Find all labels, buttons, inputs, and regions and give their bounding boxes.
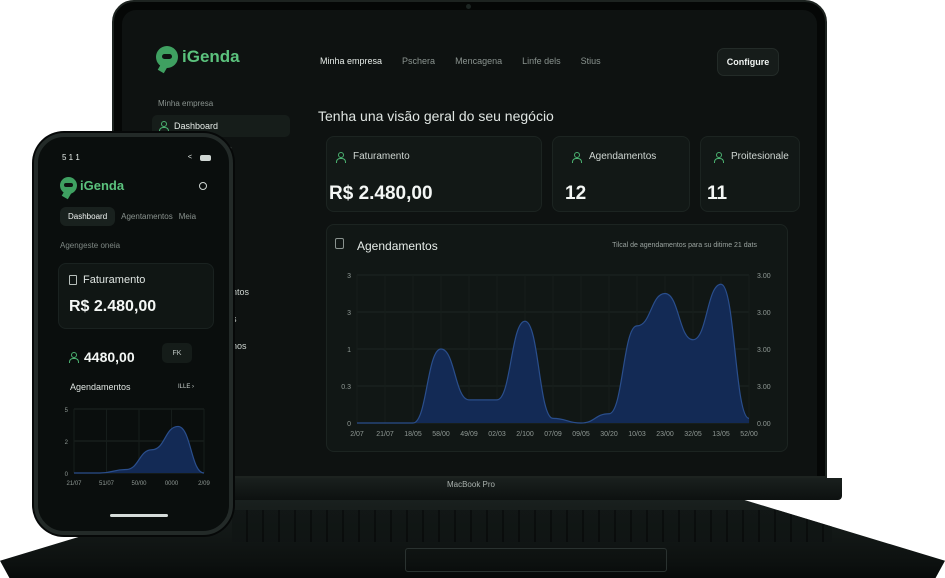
nav-item[interactable]: Mencagena (455, 56, 502, 66)
y-tick-label: 2 (65, 440, 69, 446)
sidebar-item-label: Dashboard (174, 121, 219, 131)
trackpad (405, 548, 667, 572)
x-tick-label: 32/05 (684, 431, 702, 438)
status-bar-right: < (188, 154, 211, 161)
card-value: R$ 2.480,00 (69, 298, 157, 315)
chart-link[interactable]: ILLE › (178, 384, 194, 390)
person-icon (335, 151, 346, 163)
top-nav: Minha empresa Pschera Mencagena Linfe de… (320, 56, 601, 66)
card-value: 12 (565, 183, 587, 204)
x-tick-label: 09/05 (572, 431, 590, 438)
phone-subtitle: Agengeste oneia (60, 241, 121, 250)
chart-link-label: ILLE (178, 384, 191, 390)
x-tick-label: 21/07 (66, 481, 82, 487)
sidebar-heading: Minha empresa (158, 99, 214, 108)
appointments-chart: 0 0.3 1 3 3 0.00 3.00 3.00 3.00 3.00 2/07 21/07 18/0… (341, 273, 771, 438)
y-tick-label-right: 0.00 (757, 421, 771, 428)
chat-bubble-icon (156, 46, 178, 68)
chat-bubble-icon (60, 177, 77, 194)
phone-tabs: Dashboard Agentamentos Meia (60, 207, 196, 226)
status-time: 5 1 1 (62, 153, 80, 162)
nav-item[interactable]: Linfe dels (522, 56, 561, 66)
tab-appointments[interactable]: Agentamentos (121, 212, 173, 221)
y-tick-label: 0 (65, 472, 69, 478)
appointments-chart-card: Agendamentos Tilcal de agendamentos para… (326, 224, 788, 452)
tab-dashboard[interactable]: Dashboard (60, 207, 116, 226)
nav-item[interactable]: Minha empresa (320, 56, 382, 66)
x-tick-label: 2/09 (198, 481, 210, 487)
person-icon (713, 151, 724, 163)
card-label: Faturamento (83, 274, 146, 286)
chart-title: Agendamentos (70, 382, 131, 392)
camera (466, 4, 471, 9)
x-tick-label: 0000 (165, 481, 179, 487)
nav-item[interactable]: Pschera (402, 56, 435, 66)
y-tick-label: 3 (347, 310, 351, 317)
card-label: Proitesionale (731, 151, 789, 162)
x-tick-label: 07/09 (544, 431, 562, 438)
x-tick-label: 13/05 (712, 431, 730, 438)
brand-name: iGenda (182, 47, 240, 66)
x-tick-label: 23/00 (656, 431, 674, 438)
x-tick-label: 51/07 (99, 481, 115, 487)
y-tick-label: 0 (347, 421, 351, 428)
page-headline: Tenha una visão geral do seu negócio (318, 108, 554, 124)
professionals-card[interactable]: Proitesionale 11 (700, 136, 800, 212)
phone: 5 1 1 < iGenda Dashboard Agentamentos Me… (34, 133, 233, 535)
phone-appointments-chart: 0 2 5 21/07 51/07 50/00 0000 2/09 (65, 408, 211, 487)
x-tick-label: 18/05 (404, 431, 422, 438)
brand-name: iGenda (80, 178, 125, 193)
y-tick-label-right: 3.00 (757, 310, 771, 317)
count-row: 4480,00 (68, 349, 135, 365)
person-icon (68, 352, 79, 363)
x-tick-label: 21/07 (376, 431, 394, 438)
power-icon[interactable] (199, 182, 207, 190)
revenue-card[interactable]: Faturamento R$ 2.480,00 (326, 136, 542, 212)
card-label: Agendamentos (589, 151, 657, 162)
y-tick-label-right: 3.00 (757, 384, 771, 391)
fk-button[interactable]: FK (162, 343, 192, 363)
document-icon (69, 275, 77, 285)
nav-item[interactable]: Stius (581, 56, 601, 66)
x-tick-label: 30/20 (600, 431, 618, 438)
person-icon (158, 121, 169, 132)
x-tick-label: 2/100 (516, 431, 534, 438)
x-tick-label: 2/07 (350, 431, 364, 438)
tab-more[interactable]: Meia (179, 212, 196, 221)
person-icon (571, 151, 582, 163)
x-tick-label: 02/03 (488, 431, 506, 438)
keyboard (232, 510, 832, 542)
x-tick-label: 49/09 (460, 431, 478, 438)
status-glyph: < (187, 154, 192, 161)
battery-icon (200, 154, 211, 161)
card-value: R$ 2.480,00 (329, 183, 433, 204)
y-tick-label: 5 (65, 408, 69, 414)
x-tick-label: 58/00 (432, 431, 450, 438)
home-indicator[interactable] (110, 514, 168, 517)
card-value: 11 (707, 183, 728, 204)
revenue-card[interactable]: Faturamento R$ 2.480,00 (58, 263, 214, 329)
app-logo[interactable]: iGenda (156, 46, 240, 68)
y-tick-label: 1 (347, 347, 351, 354)
x-tick-label: 52/00 (740, 431, 758, 438)
y-tick-label: 0.3 (341, 384, 351, 391)
x-tick-label: 10/03 (628, 431, 646, 438)
app-logo[interactable]: iGenda (60, 177, 124, 194)
x-tick-label: 50/00 (131, 481, 147, 487)
y-tick-label-right: 3.00 (757, 273, 771, 280)
appointments-card[interactable]: Agendamentos 12 (552, 136, 690, 212)
card-label: Faturamento (353, 151, 410, 162)
count-value: 4480,00 (84, 349, 135, 365)
configure-button[interactable]: Configure (717, 48, 779, 76)
y-tick-label-right: 3.00 (757, 347, 771, 354)
y-tick-label: 3 (347, 273, 351, 280)
